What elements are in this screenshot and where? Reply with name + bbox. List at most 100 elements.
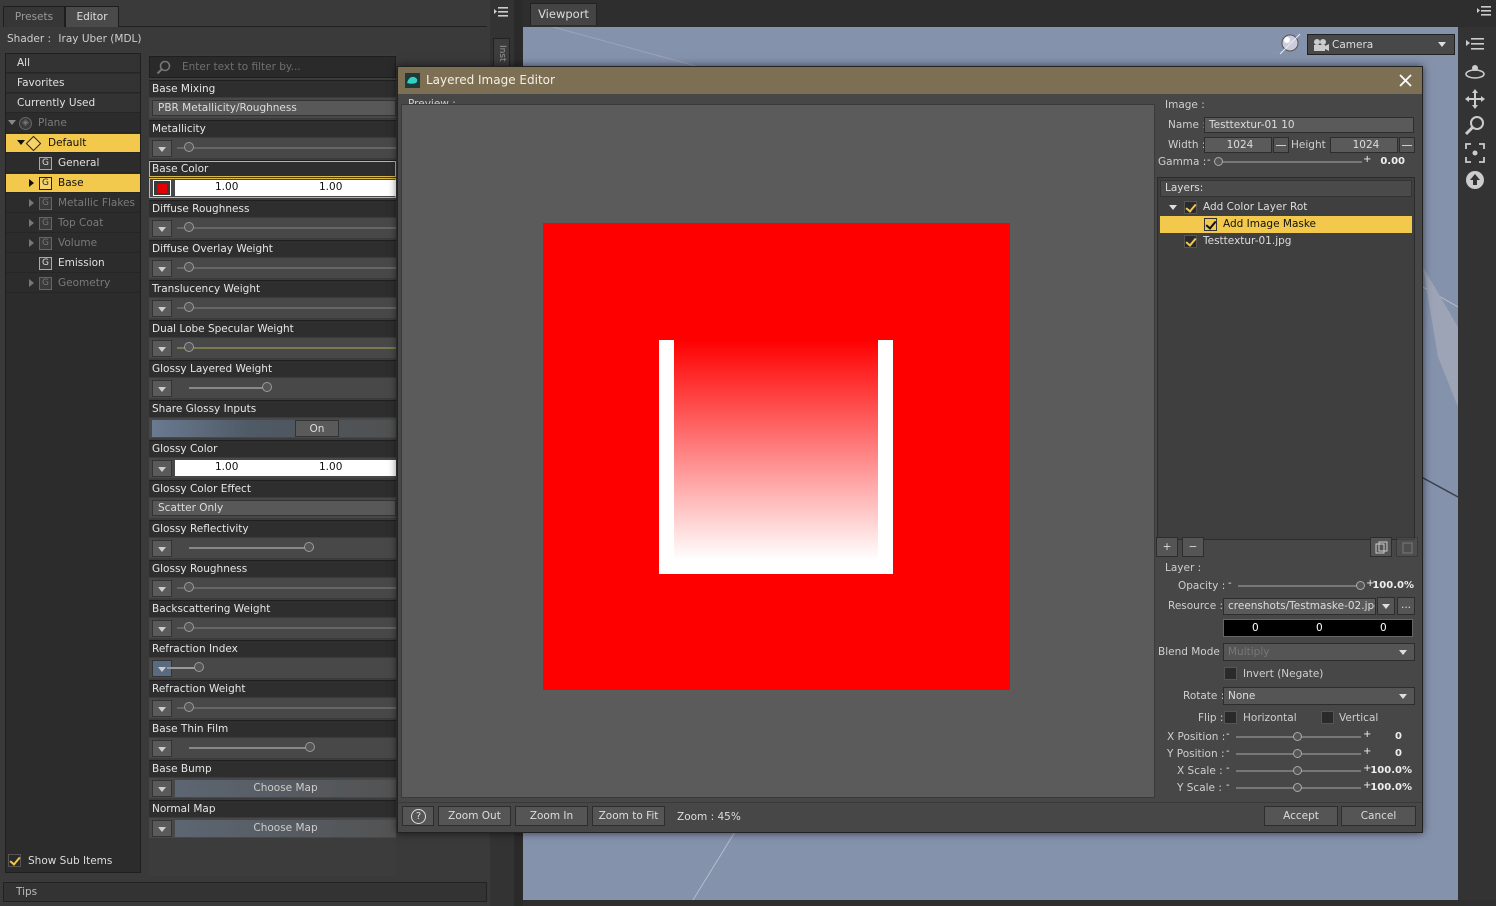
height-spinner[interactable] [1399,137,1415,153]
viewport-menu-icon[interactable] [1477,5,1492,18]
filter-input[interactable]: Enter text to filter by... [149,56,396,78]
map-menu-button[interactable] [152,260,172,277]
share-glossy-toggle[interactable] [152,420,396,437]
tree-item-plane[interactable]: ◈ Plane [6,114,140,133]
invert-checkbox[interactable] [1224,667,1237,680]
resource-input[interactable]: creenshots/Testmaske-02.jpg [1223,598,1376,615]
slider-knob[interactable] [262,382,272,392]
minus-icon[interactable]: - [1226,746,1230,757]
blend-mode-dropdown[interactable]: Multiply [1223,643,1415,661]
height-input[interactable]: 1024 [1330,137,1398,153]
paste-layer-button[interactable] [1396,537,1418,557]
cancel-button[interactable]: Cancel [1341,806,1416,826]
category-all[interactable]: All [6,54,140,73]
thin-film-slider[interactable] [189,747,314,749]
help-button[interactable]: ? [402,806,434,826]
glossy-color-effect-dropdown[interactable]: Scatter Only [152,500,396,516]
glossy-color-field[interactable]: 1.00 1.00 [175,460,396,476]
slider-knob[interactable] [184,302,194,312]
glossy-layered-slider[interactable] [189,387,269,389]
minus-icon[interactable]: - [1226,729,1230,740]
tree-item-volume[interactable]: G Volume [6,234,140,253]
map-menu-button[interactable] [152,460,172,477]
base-color-field[interactable]: 1.00 1.00 [175,180,396,196]
slider-knob[interactable] [1214,157,1223,166]
zoom-to-fit-button[interactable]: Zoom to Fit [592,806,665,826]
slider-knob[interactable] [184,622,194,632]
category-currently-used[interactable]: Currently Used [6,94,140,113]
slider-knob[interactable] [184,142,194,152]
reset-view-icon[interactable] [1464,169,1486,191]
tree-item-geometry[interactable]: G Geometry [6,274,140,293]
choose-map-button[interactable]: Choose Map [175,780,396,797]
backscattering-slider[interactable] [177,627,396,629]
minus-icon[interactable]: - [1226,780,1230,791]
accept-button[interactable]: Accept [1264,806,1338,826]
preview-canvas[interactable] [401,104,1155,798]
pan-icon[interactable] [1463,87,1487,111]
slider-knob[interactable] [184,582,194,592]
slider-knob[interactable] [1293,732,1302,741]
slider-knob[interactable] [1293,749,1302,758]
layer-item[interactable]: Add Color Layer Rot [1160,199,1412,216]
color-value-field[interactable]: 0 0 0 [1223,619,1413,637]
minus-icon[interactable]: - [1207,155,1211,166]
refraction-weight-slider[interactable] [177,707,396,709]
map-menu-button[interactable] [152,580,172,597]
options-menu-icon[interactable] [1466,36,1486,52]
slider-knob[interactable] [1293,783,1302,792]
color-swatch[interactable] [153,180,171,196]
map-menu-button[interactable] [152,780,172,797]
copy-layer-button[interactable] [1370,537,1392,557]
expand-arrow-icon[interactable] [29,219,34,227]
map-menu-button[interactable] [152,540,172,557]
metallicity-slider[interactable] [177,147,396,149]
layer-item[interactable]: Testtextur-01.jpg [1160,233,1412,250]
rotate-dropdown[interactable]: None [1223,687,1415,705]
map-menu-button[interactable] [152,340,172,357]
tab-editor[interactable]: Editor [65,6,119,27]
tree-item-top-coat[interactable]: G Top Coat [6,214,140,233]
toggle-on-button[interactable]: On [295,420,339,437]
diffuse-overlay-slider[interactable] [177,267,396,269]
slider-knob[interactable] [184,262,194,272]
map-menu-button[interactable] [152,140,172,157]
resource-browse-button[interactable]: ... [1397,597,1415,615]
add-layer-button[interactable]: + [1156,537,1178,557]
map-menu-button[interactable] [152,820,172,837]
tree-item-default[interactable]: Default [6,134,140,153]
base-mixing-dropdown[interactable]: PBR Metallicity/Roughness [152,100,396,116]
slider-knob[interactable] [304,542,314,552]
zoom-out-button[interactable]: Zoom Out [438,806,511,826]
dual-lobe-slider[interactable] [177,347,396,349]
translucency-slider[interactable] [177,307,396,309]
zoom-icon[interactable] [1464,115,1486,137]
show-sub-items-checkbox[interactable] [8,854,21,867]
layer-item[interactable]: Add Image Maske [1160,216,1412,233]
tab-presets[interactable]: Presets [3,6,65,27]
map-menu-button[interactable] [152,620,172,637]
view-sphere-icon[interactable] [1278,32,1304,56]
expand-arrow-icon[interactable] [17,140,25,145]
expand-arrow-icon[interactable] [29,239,34,247]
slider-knob[interactable] [194,662,204,672]
show-sub-items[interactable]: Show Sub Items [8,853,112,869]
map-menu-button[interactable] [152,220,172,237]
opacity-slider[interactable] [1238,585,1363,587]
expand-arrow-icon[interactable] [29,199,34,207]
frame-icon[interactable] [1464,142,1486,164]
slider-knob[interactable] [184,342,194,352]
remove-layer-button[interactable]: − [1182,537,1204,557]
slider-knob[interactable] [184,222,194,232]
expand-arrow-icon[interactable] [29,179,34,187]
name-input[interactable]: Testtextur-01 10 [1204,117,1414,133]
slider-knob[interactable] [1293,766,1302,775]
map-menu-button[interactable] [152,380,172,397]
tree-item-general[interactable]: G General [6,154,140,173]
width-spinner[interactable] [1273,137,1289,153]
tips-bar[interactable]: Tips [3,882,487,902]
expand-arrow-icon[interactable] [1169,205,1177,210]
resource-dropdown-button[interactable] [1377,597,1395,615]
expand-arrow-icon[interactable] [29,279,34,287]
map-menu-button[interactable] [152,300,172,317]
